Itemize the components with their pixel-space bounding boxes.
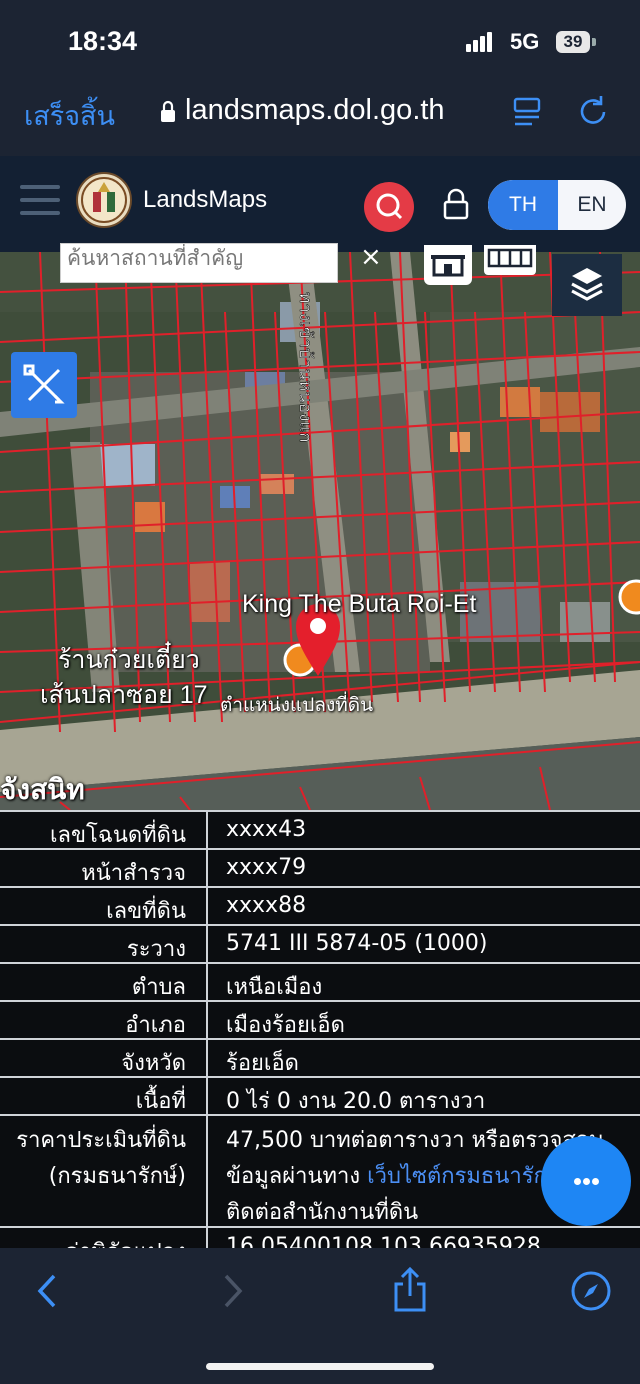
row-value: เหนือเมือง — [226, 975, 323, 1000]
row-label: หน้าสำรวจ — [81, 861, 186, 886]
table-row: ระวาง 5741 III 5874-05 (1000) — [0, 924, 640, 962]
status-time: 18:34 — [68, 26, 138, 56]
table-row: เลขโฉนดที่ดิน xxxx43 — [0, 810, 640, 848]
table-row: เนื้อที่ 0 ไร่ 0 งาน 20.0 ตารางวา — [0, 1076, 640, 1114]
table-row: อำเภอ เมืองร้อยเอ็ด — [0, 1000, 640, 1038]
search-button[interactable] — [364, 182, 414, 232]
reload-icon[interactable] — [578, 94, 610, 128]
row-value: xxxx79 — [226, 855, 307, 880]
table-row: จังหวัด ร้อยเอ็ด — [0, 1038, 640, 1076]
price-value-prefix: ข้อมูลผ่านทาง — [226, 1164, 361, 1189]
battery-tip — [592, 38, 596, 46]
table-row: หน้าสำรวจ xxxx79 — [0, 848, 640, 886]
row-label: ตำบล — [131, 975, 186, 1000]
road-label: จังสนิท — [0, 774, 85, 805]
street-label-vertical: ทางเข้าบ้านหนองแก — [296, 292, 315, 443]
lang-th-button[interactable]: TH — [488, 180, 558, 230]
place-label: เส้นปลาซอย 17 — [40, 681, 208, 709]
parcel-map[interactable]: ทางเข้าบ้านหนองแก King The Buta Roi-Et ร… — [0, 252, 640, 810]
ruler-pencil-icon — [23, 364, 65, 404]
row-value: เมืองร้อยเอ็ด — [226, 1013, 345, 1038]
url-text[interactable]: landsmaps.dol.go.th — [185, 94, 445, 127]
battery-icon: 39 — [556, 31, 590, 53]
back-icon[interactable] — [34, 1272, 60, 1310]
more-options-button[interactable] — [541, 1136, 631, 1226]
treasury-website-link[interactable]: เว็บไซต์กรมธนารักษ์ — [367, 1164, 561, 1189]
dol-logo — [76, 172, 132, 228]
row-value: 5741 III 5874-05 (1000) — [226, 931, 488, 956]
row-label: จังหวัด — [121, 1051, 186, 1076]
brand-title: LandsMaps — [143, 186, 268, 213]
measure-tool-button[interactable] — [11, 352, 77, 418]
table-row: เลขที่ดิน xxxx88 — [0, 886, 640, 924]
login-lock-icon[interactable] — [442, 188, 470, 222]
layers-button[interactable] — [552, 254, 622, 316]
building-icon[interactable] — [424, 245, 472, 285]
forward-icon[interactable] — [220, 1272, 246, 1310]
row-value: xxxx43 — [226, 817, 307, 842]
grid-icon[interactable] — [484, 245, 536, 275]
search-icon — [376, 193, 403, 220]
network-label: 5G — [510, 29, 540, 54]
close-icon[interactable]: × — [360, 242, 382, 272]
price-label-sub: (กรมธนารักษ์) — [48, 1164, 186, 1189]
map-search-input[interactable]: ค้นหาสถานที่สำคัญ — [60, 243, 338, 283]
pin-label: ตำแหน่งแปลงที่ดิน — [220, 695, 374, 716]
lock-icon — [161, 100, 175, 122]
place-label: ร้านก๋วยเตี๋ยว — [58, 646, 200, 674]
reader-icon[interactable] — [512, 96, 542, 128]
home-indicator — [206, 1363, 434, 1370]
row-value: 0 ไร่ 0 งาน 20.0 ตารางวา — [226, 1089, 486, 1114]
row-value: xxxx88 — [226, 893, 307, 918]
lang-en-button[interactable]: EN — [558, 180, 626, 230]
compass-icon[interactable] — [570, 1270, 612, 1312]
layers-icon — [571, 268, 603, 301]
place-label: King The Buta Roi-Et — [242, 590, 477, 618]
menu-icon[interactable] — [20, 185, 60, 224]
signal-icon — [466, 32, 494, 52]
row-value: ร้อยเอ็ด — [226, 1051, 299, 1076]
row-label: อำเภอ — [125, 1013, 186, 1038]
row-label: เลขที่ดิน — [106, 899, 186, 924]
price-label: ราคาประเมินที่ดิน — [16, 1128, 186, 1153]
done-button[interactable]: เสร็จสิ้น — [24, 94, 115, 137]
table-row: ตำบล เหนือเมือง — [0, 962, 640, 1000]
poi-marker[interactable] — [618, 579, 640, 615]
language-switch: TH EN — [488, 180, 626, 230]
row-label: เลขโฉนดที่ดิน — [50, 823, 186, 848]
row-label: เนื้อที่ — [135, 1089, 186, 1114]
share-icon[interactable] — [391, 1266, 429, 1314]
row-label: ระวาง — [126, 937, 186, 962]
